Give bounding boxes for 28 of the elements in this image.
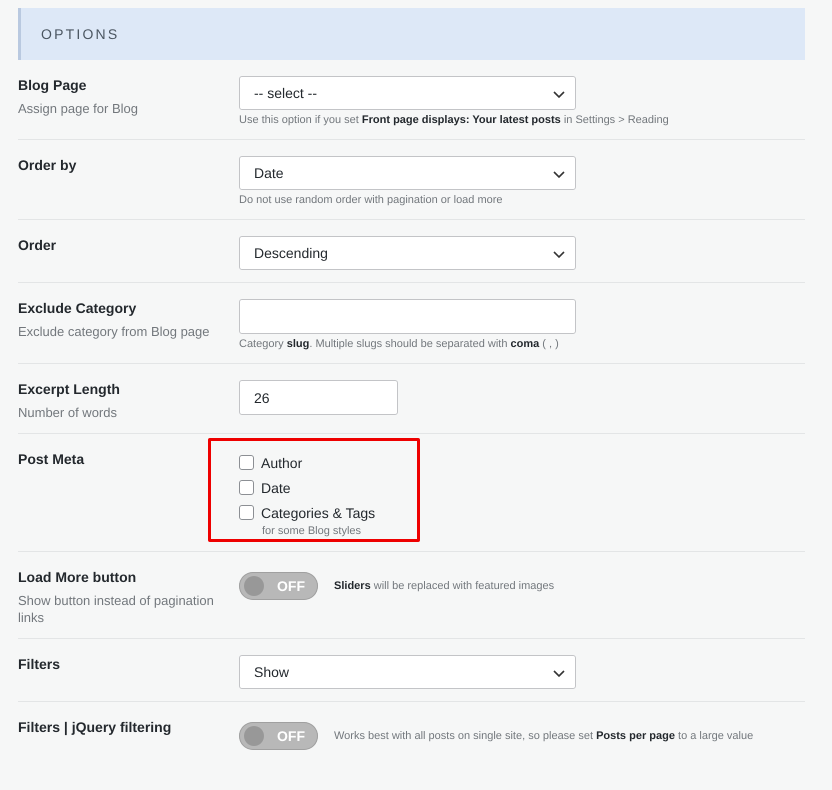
select-dropdown[interactable]: Descending	[239, 236, 576, 270]
help-text: Works best with all posts on single site, so please set Posts per page to a large value	[334, 730, 754, 742]
option-label: Filters	[18, 655, 62, 673]
option-description: Assign page for Blog	[18, 100, 139, 117]
checkbox-option[interactable]: Categories & Tags	[239, 500, 376, 525]
help-text: Sliders will be replaced with featured images	[334, 580, 554, 592]
checkbox-option[interactable]: Date	[239, 475, 291, 500]
help-text: Category slug. Multiple slugs should be separated with coma ( , )	[239, 338, 560, 351]
option-label: Post Meta	[18, 450, 86, 468]
section-title: OPTIONS	[41, 26, 120, 42]
option-label: Excerpt Length	[18, 380, 121, 398]
option-description: Show button instead of pagination links	[18, 592, 215, 626]
help-text: Do not use random order with pagination or load more	[239, 194, 504, 207]
select-dropdown[interactable]: Date	[239, 156, 576, 190]
option-label: Order	[18, 236, 58, 254]
option-label: Blog Page	[18, 76, 88, 94]
help-text: Use this option if you set Front page displays: Your latest posts in Settings > Reading	[239, 114, 670, 127]
option-label: Order by	[18, 156, 78, 174]
number-field[interactable]: 26	[239, 380, 398, 415]
option-note: for some Blog styles	[262, 525, 362, 537]
option-label: Load More button	[18, 568, 138, 586]
select-dropdown[interactable]: -- select --	[239, 76, 576, 110]
option-label: Exclude Category	[18, 299, 138, 317]
option-description: Exclude category from Blog page	[18, 323, 210, 340]
option-label: Filters | jQuery filtering	[18, 718, 172, 736]
select-dropdown[interactable]: Show	[239, 655, 576, 689]
checkbox-option[interactable]: Author	[239, 450, 302, 475]
option-description: Number of words	[18, 404, 118, 421]
